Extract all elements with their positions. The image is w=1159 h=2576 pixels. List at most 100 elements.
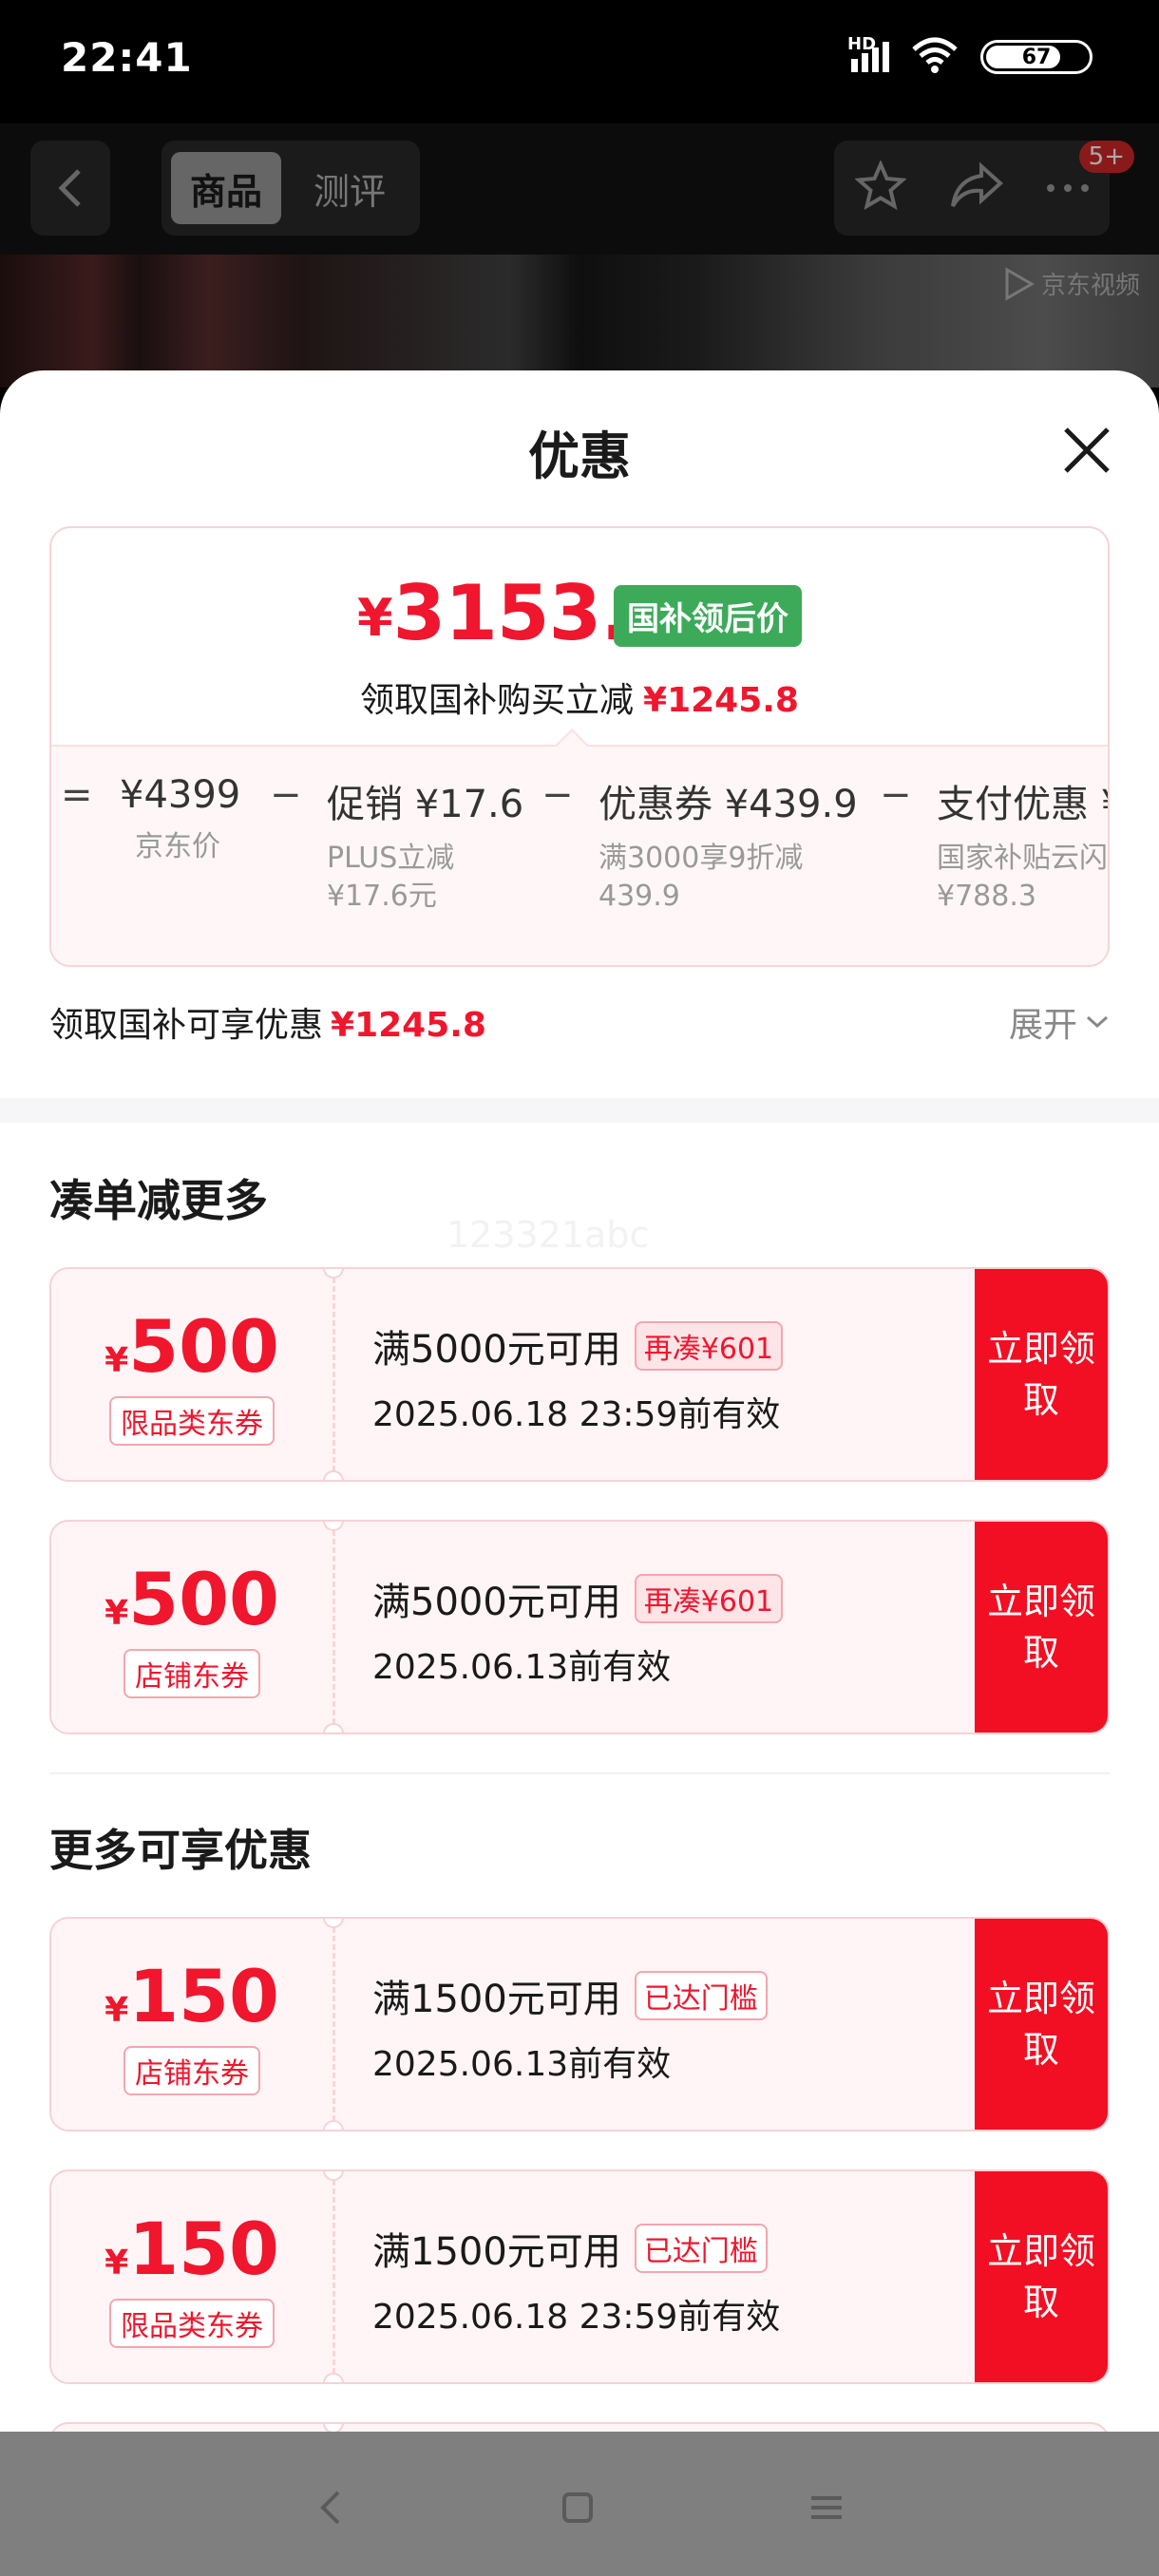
video-label: 京东视频 <box>1003 266 1140 301</box>
breakdown-desc: ¥788.3 <box>937 880 1036 913</box>
message-badge: 5+ <box>1078 141 1134 173</box>
signal-icon: HD <box>847 34 889 72</box>
play-icon <box>1005 266 1035 301</box>
status-time: 22:41 <box>61 34 193 81</box>
more-icon[interactable] <box>1046 184 1089 192</box>
claim-button[interactable]: 立即领取 <box>975 2171 1108 2382</box>
price-subtitle: 领取国补购买立减 ¥1245.8 <box>51 672 1108 722</box>
coupon-notch <box>323 2373 344 2382</box>
total-discount-text: 领取国补可享优惠 <box>49 1006 324 1045</box>
coupon-details: 满5000元可用 再凑¥601 2025.06.13前有效 <box>372 1571 784 1689</box>
tab-product[interactable]: 商品 <box>171 152 282 224</box>
coupon-condition: 满1500元可用 <box>372 1978 621 2021</box>
total-discount-amount: ¥1245.8 <box>331 1006 486 1045</box>
coupon-type: 店铺东券 <box>124 2046 260 2095</box>
coupon-card: ¥500 店铺东券 满5000元可用 再凑¥601 2025.06.13前有效 立… <box>49 1520 1110 1734</box>
coupon-divider <box>332 2171 335 2382</box>
breakdown-value: ¥4399 <box>120 773 241 817</box>
battery-level: 67 <box>1021 45 1052 69</box>
price-integer: 3153. <box>392 569 630 657</box>
coupon-amount: 500 <box>128 1304 279 1389</box>
sheet-title: 优惠 <box>528 426 631 486</box>
chevron-left-icon <box>58 169 81 207</box>
claim-button[interactable]: 立即领取 <box>975 1919 1108 2130</box>
coupon-value: ¥500 限品类东券 <box>51 1269 332 1480</box>
video-source-label: 京东视频 <box>1040 272 1140 300</box>
system-nav-bar <box>0 2432 1159 2576</box>
discount-sheet: 优惠 ¥ 3153. 2 国补领后价 领取国补购买立减¥1245.8 = ¥43… <box>0 370 1159 2432</box>
share-icon[interactable] <box>949 161 1004 216</box>
breakdown-operator: − <box>270 773 302 817</box>
coupon-validity: 2025.06.18 23:59前有效 <box>372 1395 781 1434</box>
breakdown-operator: = <box>61 773 93 817</box>
coupon-notch <box>323 1470 344 1480</box>
coupon-condition: 满5000元可用 <box>372 1328 621 1372</box>
breakdown-desc: 京东价 <box>135 830 220 863</box>
close-icon[interactable] <box>1060 424 1113 477</box>
coupon-status-tag: 已达门槛 <box>634 1971 768 2020</box>
watermark: 123321abc <box>446 1214 650 1256</box>
price-headline: ¥ 3153. 2 国补领后价 领取国补购买立减¥1245.8 <box>51 528 1108 745</box>
coupon-card: ¥150 限品类东券 满1500元可用 已达门槛 2025.06.18 23:59… <box>49 2169 1110 2384</box>
coupon-value: ¥500 店铺东券 <box>51 1522 332 1733</box>
coupon-status-tag: 已达门槛 <box>634 2224 768 2273</box>
product-tabs: 商品 测评 <box>162 141 420 236</box>
product-video-preview: 京东视频 <box>0 255 1159 388</box>
nav-actions <box>834 141 1110 236</box>
coupon-currency: ¥ <box>104 1594 129 1633</box>
coupon-card: ¥500 限品类东券 满5000元可用 再凑¥601 2025.06.18 23:… <box>49 1267 1110 1482</box>
coupon-amount: 150 <box>128 1954 279 2038</box>
breakdown-value: 优惠券 ¥439.9 <box>598 783 858 826</box>
price-breakdown: = ¥4399 京东价 − 促销 ¥17.6 PLUS立减 ¥17.6元 − 优… <box>51 745 1108 965</box>
total-discount-row: 领取国补可享优惠 ¥1245.8 展开 <box>49 997 1110 1054</box>
price-currency: ¥ <box>357 588 393 648</box>
product-nav-bar: 商品 测评 <box>0 123 1159 255</box>
claim-button[interactable]: 立即领取 <box>975 1269 1108 1480</box>
coupon-validity: 2025.06.18 23:59前有效 <box>372 2298 781 2337</box>
menu-nav-icon[interactable] <box>798 2479 855 2536</box>
breakdown-desc: PLUS立减 <box>327 842 455 875</box>
section-title-combine: 凑单减更多 <box>49 1175 268 1226</box>
coupon-status-tag: 再凑¥601 <box>634 1574 784 1623</box>
subsidy-price-tag: 国补领后价 <box>614 585 802 647</box>
network-type: HD <box>847 34 877 54</box>
claim-button[interactable]: 立即领取 <box>975 1522 1108 1733</box>
breakdown-desc: ¥17.6元 <box>327 880 437 913</box>
status-icons: HD 67 <box>847 34 1092 78</box>
breakdown-desc: 国家补贴云闪 <box>937 842 1108 875</box>
breakdown-value: 促销 ¥17.6 <box>327 783 524 826</box>
status-bar: 22:41 HD 67 <box>0 0 1159 123</box>
chevron-down-icon <box>1086 1015 1109 1029</box>
coupon-condition: 满1500元可用 <box>372 2230 621 2274</box>
coupon-details: 满1500元可用 已达门槛 2025.06.13前有效 <box>372 1968 768 2086</box>
breakdown-operator: − <box>880 773 912 817</box>
section-divider <box>0 1098 1159 1123</box>
home-nav-icon[interactable] <box>549 2479 606 2536</box>
back-button[interactable] <box>30 141 110 236</box>
expand-label: 展开 <box>1008 1006 1077 1045</box>
coupon-card-partial <box>49 2422 1110 2432</box>
coupon-validity: 2025.06.13前有效 <box>372 1648 672 1687</box>
tab-review[interactable]: 测评 <box>294 152 405 224</box>
breakdown-desc: 满3000享9折减 <box>598 842 804 875</box>
coupon-currency: ¥ <box>104 2244 129 2282</box>
breakdown-operator: − <box>542 773 574 817</box>
coupon-amount: 150 <box>128 2207 279 2291</box>
coupon-details: 满1500元可用 已达门槛 2025.06.18 23:59前有效 <box>372 2221 780 2339</box>
coupon-currency: ¥ <box>104 1341 129 1380</box>
coupon-validity: 2025.06.13前有效 <box>372 2045 672 2084</box>
coupon-notch <box>323 2120 344 2130</box>
star-icon[interactable] <box>854 159 908 216</box>
total-discount-label: 领取国补可享优惠 ¥1245.8 <box>49 997 1110 1047</box>
coupon-type: 店铺东券 <box>124 1649 260 1698</box>
coupon-type: 限品类东券 <box>109 1396 275 1446</box>
breakdown-desc: 439.9 <box>598 880 680 913</box>
coupon-currency: ¥ <box>104 1991 129 2030</box>
coupon-status-tag: 再凑¥601 <box>634 1321 784 1371</box>
price-subtitle-text: 领取国补购买立减 <box>360 681 635 720</box>
wifi-icon <box>910 36 960 78</box>
coupon-type: 限品类东券 <box>109 2299 275 2348</box>
expand-button[interactable]: 展开 <box>1009 997 1110 1047</box>
price-summary-card: ¥ 3153. 2 国补领后价 领取国补购买立减¥1245.8 = ¥4399 … <box>49 526 1110 967</box>
back-nav-icon[interactable] <box>302 2479 359 2536</box>
